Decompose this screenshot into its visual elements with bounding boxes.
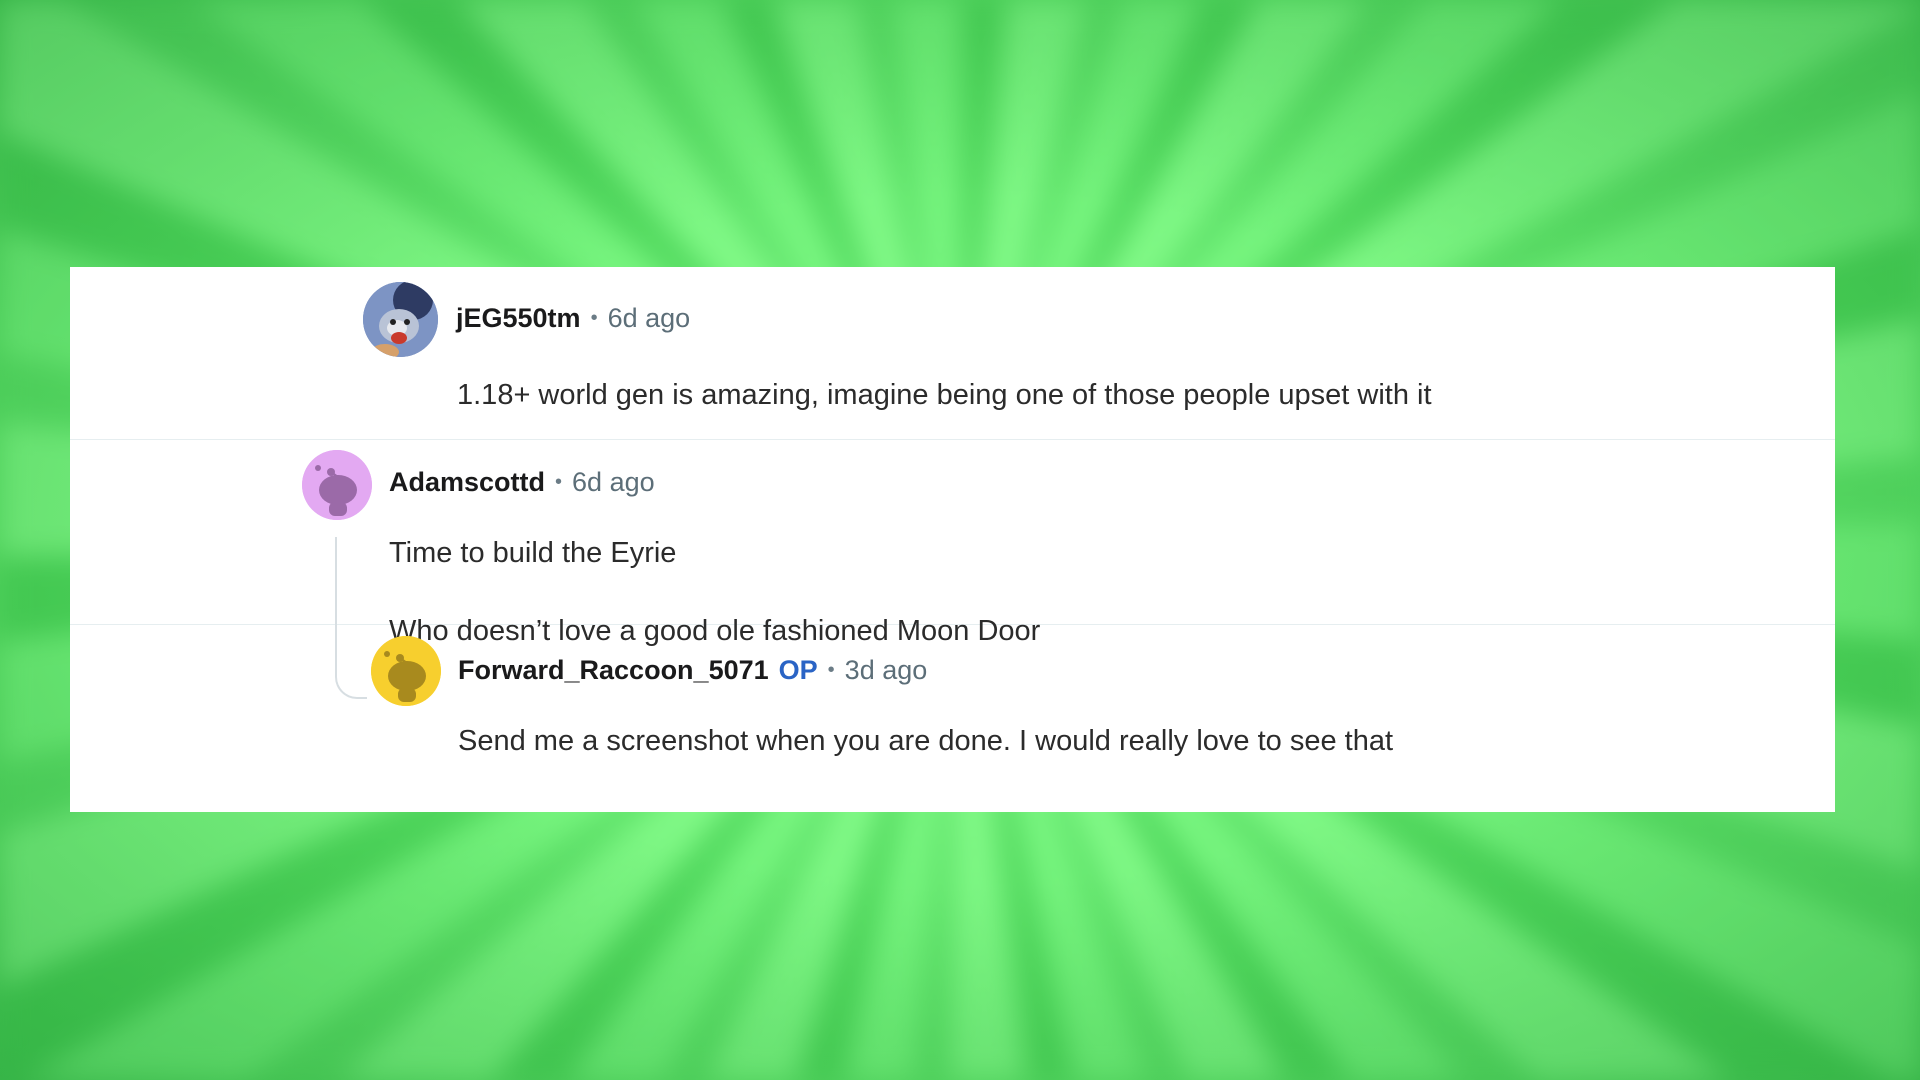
comment-body: 1.18+ world gen is amazing, imagine bein… — [457, 379, 1432, 411]
author-name[interactable]: Adamscottd — [389, 467, 545, 498]
author-name[interactable]: Forward_Raccoon_5071 — [458, 655, 769, 686]
comment-jeg550tm: jEG550tm • 6d ago 1.18+ world gen is ama… — [70, 267, 1835, 440]
comment-timestamp[interactable]: 6d ago — [608, 303, 691, 334]
comment-body: Send me a screenshot when you are done. … — [458, 725, 1394, 757]
comment-timestamp[interactable]: 6d ago — [572, 467, 655, 498]
comment-body-line: Time to build the Eyrie — [389, 537, 677, 569]
op-badge: OP — [778, 655, 818, 685]
meta-separator: • — [590, 307, 598, 329]
meta-separator: • — [555, 471, 563, 493]
snoo-avatar-purple-icon[interactable] — [302, 450, 372, 520]
comment-meta: Forward_Raccoon_5071 OP • 3d ago — [458, 655, 927, 686]
comment-thread-card: jEG550tm • 6d ago 1.18+ world gen is ama… — [70, 267, 1835, 812]
comment-meta: Adamscottd • 6d ago — [389, 467, 655, 498]
user-avatar-photo-icon[interactable] — [363, 282, 438, 357]
meta-separator: • — [827, 659, 835, 681]
comment-timestamp[interactable]: 3d ago — [845, 655, 928, 686]
snoo-avatar-yellow-icon[interactable] — [371, 636, 441, 706]
comment-forward-raccoon: Forward_Raccoon_5071 OP • 3d ago Send me… — [70, 625, 1835, 812]
author-name[interactable]: jEG550tm — [456, 303, 581, 334]
comment-meta: jEG550tm • 6d ago — [456, 303, 690, 334]
